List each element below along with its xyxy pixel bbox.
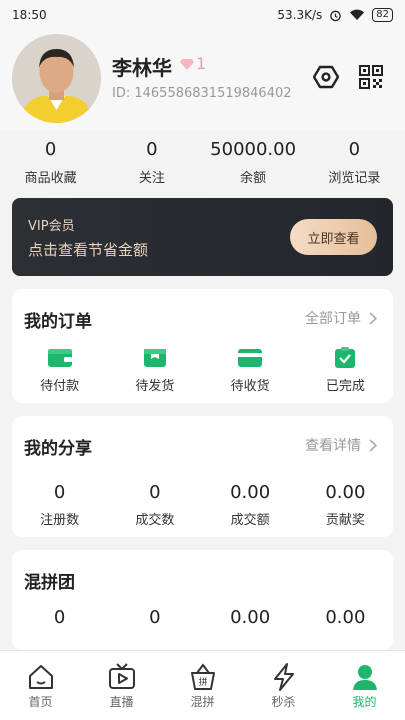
share-amount[interactable]: 0.00 成交额 [203,482,298,528]
vip-title: VIP会员 [28,219,75,234]
share-label: 成交额 [230,513,270,528]
group-value: 0.00 [230,607,271,628]
stat-label: 商品收藏 [24,171,77,186]
share-label: 成交数 [135,513,175,528]
person-icon [352,665,377,690]
qrcode-icon[interactable] [358,64,384,90]
share-title: 我的分享 [24,439,92,459]
user-id: ID: 1465586831519846402 [112,86,292,101]
share-registrations[interactable]: 0 注册数 [12,482,107,528]
wifi-icon [350,9,365,20]
user-name: 李林华 [112,56,172,80]
all-orders-label: 全部订单 [305,311,361,327]
order-label: 待收货 [230,379,270,394]
stat-value: 50000.00 [210,139,297,160]
level-badge: 1 [180,54,206,73]
order-pending-shipment[interactable]: 待发货 [107,347,202,394]
svg-text:拼: 拼 [198,676,207,688]
stat-history[interactable]: 0 浏览记录 [304,136,405,192]
chevron-right-icon [369,311,377,325]
share-value: 0.00 [325,482,366,503]
stat-following[interactable]: 0 关注 [101,136,202,192]
settings-icon[interactable] [313,64,339,90]
box-icon [143,349,166,367]
nav-label: 秒杀 [271,695,296,709]
group-value: 0 [149,607,161,628]
stat-value: 0 [348,139,361,160]
card-icon [238,349,263,367]
stat-label: 浏览记录 [328,171,381,186]
stats-row: 0 商品收藏 0 关注 50000.00 余额 0 浏览记录 [0,136,405,192]
avatar[interactable] [12,34,101,123]
stat-balance[interactable]: 50000.00 余额 [203,136,304,192]
bottom-nav: 首页 直播 拼 混拼 秒杀 我的 [0,650,405,720]
group-value: 0.00 [325,607,366,628]
share-label: 注册数 [40,513,80,528]
status-bar: 18:50 53.3K/s 82 [0,0,405,30]
stat-value: 0 [44,139,57,160]
alarm-icon [330,10,342,21]
nav-label: 直播 [109,695,134,709]
nav-live[interactable]: 直播 [81,651,162,720]
level-number: 1 [196,54,207,73]
share-value: 0 [149,482,161,503]
profile-header: 李林华 1 ID: 1465586831519846402 [0,30,405,130]
wallet-icon [47,349,72,367]
share-deals[interactable]: 0 成交数 [107,482,202,528]
nav-label: 混拼 [190,695,215,709]
basket-icon: 拼 [190,663,215,690]
nav-flash-sale[interactable]: 秒杀 [243,651,324,720]
order-label: 待付款 [40,379,80,394]
share-stats-row: 0 注册数 0 成交数 0.00 成交额 0.00 贡献奖 [12,482,393,528]
vip-subtitle: 点击查看节省金额 [28,241,149,259]
nav-label: 首页 [28,695,53,709]
battery-indicator: 82 [372,8,393,22]
nav-mix[interactable]: 拼 混拼 [162,651,243,720]
avatar-photo [12,34,101,123]
check-clipboard-icon [335,347,356,368]
stat-favorites[interactable]: 0 商品收藏 [0,136,101,192]
group-stats-row: 0 0 0.00 0.00 [12,607,393,628]
diamond-icon [180,58,194,70]
vip-banner[interactable]: VIP会员 点击查看节省金额 立即查看 [12,198,393,276]
tv-play-icon [108,663,135,689]
group-stat[interactable]: 0 [12,607,107,628]
nav-mine[interactable]: 我的 [324,651,405,720]
home-icon [28,665,53,689]
nav-label: 我的 [352,695,377,709]
share-details-link[interactable]: 查看详情 [305,435,377,455]
group-stat[interactable]: 0.00 [298,607,393,628]
nav-home[interactable]: 首页 [0,651,81,720]
share-reward[interactable]: 0.00 贡献奖 [298,482,393,528]
group-stat[interactable]: 0 [107,607,202,628]
status-time: 18:50 [12,8,47,22]
order-label: 待发货 [135,379,175,394]
vip-view-button[interactable]: 立即查看 [290,219,377,255]
share-card: 我的分享 查看详情 0 注册数 0 成交数 0.00 成交额 0.00 贡献奖 [12,416,393,537]
share-value: 0.00 [230,482,271,503]
share-details-label: 查看详情 [305,438,361,454]
status-indicators: 53.3K/s 82 [277,8,393,22]
order-status-row: 待付款 待发货 待收货 已完成 [12,347,393,394]
group-value: 0 [53,607,66,628]
group-title: 混拼团 [24,573,75,593]
stat-value: 0 [146,139,158,160]
stat-label: 余额 [240,171,267,186]
stat-label: 关注 [138,171,165,186]
order-pending-receipt[interactable]: 待收货 [203,347,298,394]
share-label: 贡献奖 [325,513,365,528]
lightning-icon [273,663,294,691]
order-pending-payment[interactable]: 待付款 [12,347,107,394]
orders-card: 我的订单 全部订单 待付款 待发货 待收货 已完成 [12,289,393,403]
group-card: 混拼团 0 0 0.00 0.00 [12,550,393,650]
group-stat[interactable]: 0.00 [203,607,298,628]
orders-title: 我的订单 [24,312,92,332]
share-value: 0 [53,482,66,503]
order-label: 已完成 [325,379,365,394]
chevron-right-icon [369,438,377,452]
network-speed: 53.3K/s [277,8,323,22]
all-orders-link[interactable]: 全部订单 [305,308,377,328]
order-completed[interactable]: 已完成 [298,347,393,394]
